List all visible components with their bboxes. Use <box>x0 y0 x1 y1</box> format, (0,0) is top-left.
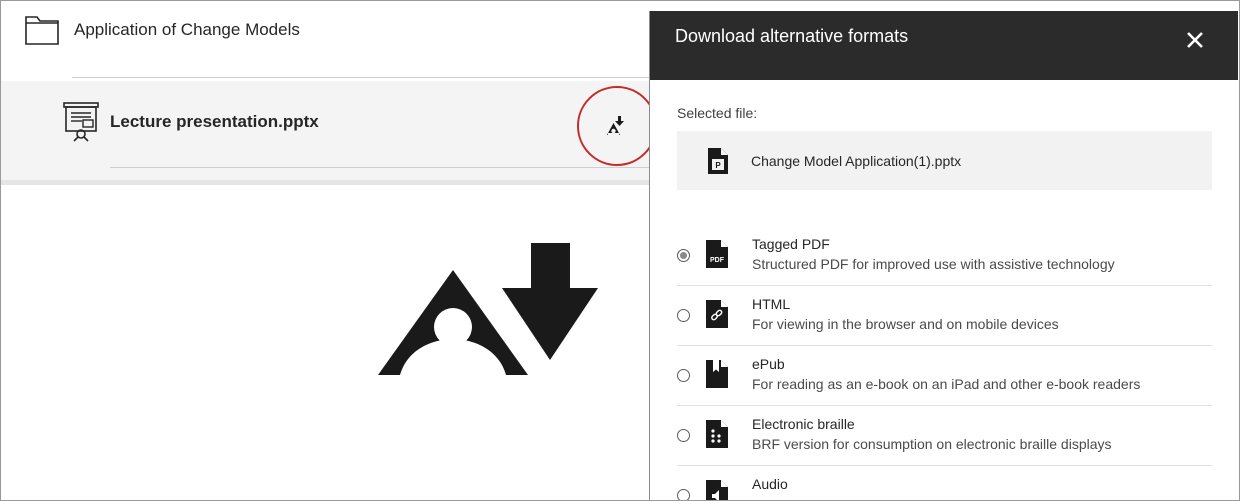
radio-audio[interactable] <box>677 489 690 501</box>
radio-epub[interactable] <box>677 369 690 382</box>
panel-header: Download alternative formats <box>650 11 1238 80</box>
pptx-file-icon: P <box>708 147 728 174</box>
svg-text:P: P <box>715 161 721 170</box>
folder-row[interactable]: Application of Change Models <box>24 14 300 46</box>
option-title: Audio <box>752 476 788 492</box>
option-description: Structured PDF for improved use with ass… <box>752 256 1115 272</box>
radio-tagged-pdf[interactable] <box>677 249 690 262</box>
presentation-icon <box>63 102 99 142</box>
alternative-formats-button[interactable] <box>577 86 657 166</box>
close-button[interactable] <box>1182 27 1208 53</box>
panel-title: Download alternative formats <box>675 26 909 46</box>
selected-file-name: Change Model Application(1).pptx <box>751 152 962 169</box>
option-title: Electronic braille <box>752 416 855 432</box>
option-description: BRF version for consumption on electroni… <box>752 436 1112 452</box>
file-name[interactable]: Lecture presentation.pptx <box>110 112 319 132</box>
svg-text:PDF: PDF <box>710 257 725 264</box>
pdf-file-icon: PDF <box>706 240 728 268</box>
radio-html[interactable] <box>677 309 690 322</box>
folder-icon <box>25 16 59 45</box>
close-icon <box>1187 32 1203 48</box>
braille-file-icon <box>706 420 728 448</box>
option-title: ePub <box>752 356 785 372</box>
format-option-audio[interactable]: Audio <box>677 466 1212 501</box>
option-description: For viewing in the browser and on mobile… <box>752 316 1059 332</box>
divider <box>110 167 650 168</box>
html-file-icon <box>706 300 728 328</box>
option-description: For reading as an e-book on an iPad and … <box>752 376 1141 392</box>
selected-file-box: P Change Model Application(1).pptx <box>677 131 1212 190</box>
format-option-html[interactable]: HTML For viewing in the browser and on m… <box>677 286 1212 346</box>
folder-title: Application of Change Models <box>74 20 300 39</box>
option-title: Tagged PDF <box>752 236 830 252</box>
format-option-tagged-pdf[interactable]: PDF Tagged PDF Structured PDF for improv… <box>677 226 1212 286</box>
alternative-formats-panel: Download alternative formats Selected fi… <box>649 11 1238 501</box>
alternative-formats-icon <box>607 116 624 135</box>
audio-file-icon <box>706 480 728 501</box>
divider <box>72 77 650 78</box>
format-option-epub[interactable]: ePub For reading as an e-book on an iPad… <box>677 346 1212 406</box>
radio-electronic-braille[interactable] <box>677 429 690 442</box>
alternative-formats-icon <box>378 243 598 375</box>
selected-file-label: Selected file: <box>677 105 758 121</box>
format-options: PDF Tagged PDF Structured PDF for improv… <box>677 226 1212 501</box>
format-option-electronic-braille[interactable]: Electronic braille BRF version for consu… <box>677 406 1212 466</box>
option-title: HTML <box>752 296 791 312</box>
epub-file-icon <box>706 360 728 388</box>
